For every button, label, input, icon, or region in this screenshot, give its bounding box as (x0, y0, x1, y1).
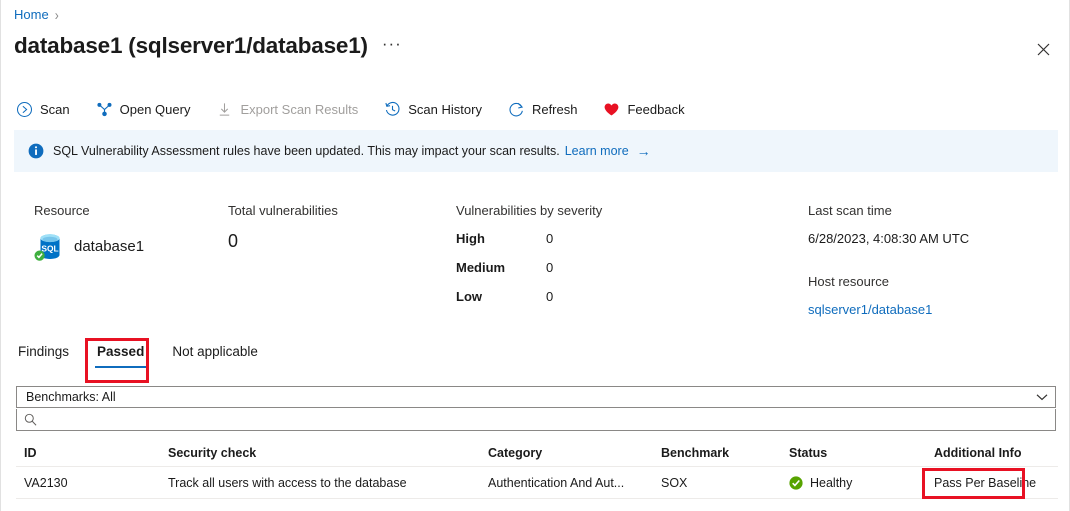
info-banner-message: SQL Vulnerability Assessment rules have … (53, 144, 560, 158)
info-icon (28, 143, 44, 159)
cell-id: VA2130 (24, 475, 68, 490)
results-table: ID Security check Category Benchmark Sta… (16, 440, 1058, 499)
search-input[interactable] (44, 412, 1055, 427)
resource-column: Resource SQL database1 (34, 203, 144, 262)
open-query-button-label: Open Query (119, 101, 191, 117)
scan-history-button[interactable]: Scan History (382, 95, 494, 123)
refresh-icon (509, 102, 524, 116)
info-banner: SQL Vulnerability Assessment rules have … (14, 130, 1058, 172)
scan-icon (16, 101, 33, 117)
heart-icon (605, 102, 619, 115)
tab-not-applicable-label: Not applicable (172, 344, 258, 359)
severity-value-high: 0 (546, 231, 554, 246)
search-box[interactable] (16, 409, 1056, 431)
severity-row-high: High 0 (456, 231, 602, 246)
svg-text:SQL: SQL (41, 244, 58, 254)
last-scan-time-label: Last scan time (808, 203, 892, 218)
refresh-button-label: Refresh (531, 101, 578, 117)
tab-findings-label: Findings (18, 344, 70, 359)
learn-more-link[interactable]: Learn more (565, 144, 629, 158)
column-header-category[interactable]: Category (488, 446, 661, 460)
tab-not-applicable[interactable]: Not applicable (158, 344, 272, 368)
severity-value-low: 0 (546, 289, 554, 304)
scan-button[interactable]: Scan (14, 95, 82, 123)
search-icon (24, 413, 37, 426)
last-scan-time-value: 6/28/2023, 4:08:30 AM UTC (808, 231, 970, 246)
cell-additional-info: Pass Per Baseline (934, 475, 1037, 490)
cell-benchmark: SOX (661, 475, 688, 490)
resource-label: Resource (34, 203, 90, 218)
host-resource-link[interactable]: sqlserver1/database1 (808, 302, 969, 317)
benchmarks-filter-select[interactable]: Benchmarks: All (16, 386, 1056, 408)
benchmarks-filter-value: Benchmarks: All (26, 390, 116, 404)
resource-name: database1 (74, 238, 145, 255)
sql-database-icon: SQL (34, 234, 60, 261)
tab-passed[interactable]: Passed (83, 344, 158, 368)
more-options-button[interactable]: ··· (382, 35, 402, 52)
vulnerability-assessment-blade: Home › database1 (sqlserver1/database1) … (0, 0, 1070, 511)
column-header-security-check[interactable]: Security check (168, 446, 488, 460)
chevron-right-icon: › (54, 5, 59, 24)
results-tabs: Findings Passed Not applicable (14, 344, 272, 368)
host-resource-label: Host resource (808, 274, 889, 289)
resource-value-row: SQL database1 (34, 231, 144, 262)
export-scan-results-button: Export Scan Results (214, 95, 370, 123)
severity-name-high: High (456, 231, 485, 246)
command-bar: Scan Open Query Export Scan Results Scan… (14, 95, 709, 123)
open-query-icon (97, 102, 112, 116)
table-header-row: ID Security check Category Benchmark Sta… (16, 440, 1058, 467)
refresh-button[interactable]: Refresh (506, 95, 590, 123)
tab-findings[interactable]: Findings (14, 344, 83, 368)
breadcrumb: Home › (14, 7, 59, 22)
feedback-button-label: Feedback (627, 101, 685, 117)
info-banner-text: SQL Vulnerability Assessment rules have … (53, 144, 651, 158)
column-header-additional-info[interactable]: Additional Info (934, 446, 1054, 460)
healthy-check-icon (789, 475, 803, 490)
open-query-button[interactable]: Open Query (94, 95, 203, 123)
breadcrumb-home-link[interactable]: Home (14, 7, 49, 22)
history-icon (385, 101, 400, 116)
download-icon (220, 102, 230, 116)
close-icon[interactable] (1031, 37, 1055, 61)
severity-row-medium: Medium 0 (456, 260, 602, 275)
cell-category: Authentication And Aut... (488, 475, 625, 490)
total-vulnerabilities-value: 0 (228, 231, 239, 251)
cell-status: Healthy (789, 476, 934, 490)
scan-button-label: Scan (40, 101, 70, 117)
scan-history-button-label: Scan History (408, 101, 482, 117)
tab-passed-label: Passed (97, 344, 145, 359)
export-scan-results-label: Export Scan Results (240, 101, 359, 117)
total-vulnerabilities-column: Total vulnerabilities 0 (228, 203, 338, 252)
severity-row-low: Low 0 (456, 289, 602, 304)
column-header-benchmark[interactable]: Benchmark (661, 446, 789, 460)
title-row: database1 (sqlserver1/database1) ··· (14, 33, 402, 59)
severity-label: Vulnerabilities by severity (456, 203, 603, 218)
column-header-status[interactable]: Status (789, 446, 934, 460)
severity-column: Vulnerabilities by severity High 0 Mediu… (456, 203, 602, 318)
severity-name-low: Low (456, 289, 482, 304)
table-row[interactable]: VA2130 Track all users with access to th… (16, 467, 1058, 499)
arrow-right-icon: → (636, 143, 651, 159)
severity-name-medium: Medium (456, 260, 506, 275)
feedback-button[interactable]: Feedback (601, 95, 696, 123)
cell-security-check: Track all users with access to the datab… (168, 475, 407, 490)
column-header-id[interactable]: ID (16, 446, 168, 460)
total-vulnerabilities-label: Total vulnerabilities (228, 203, 338, 218)
chevron-down-icon (1036, 394, 1048, 401)
scan-info-column: Last scan time 6/28/2023, 4:08:30 AM UTC… (808, 203, 969, 317)
status-label: Healthy (810, 475, 853, 490)
severity-value-medium: 0 (546, 260, 554, 275)
page-title: database1 (sqlserver1/database1) (14, 33, 368, 58)
